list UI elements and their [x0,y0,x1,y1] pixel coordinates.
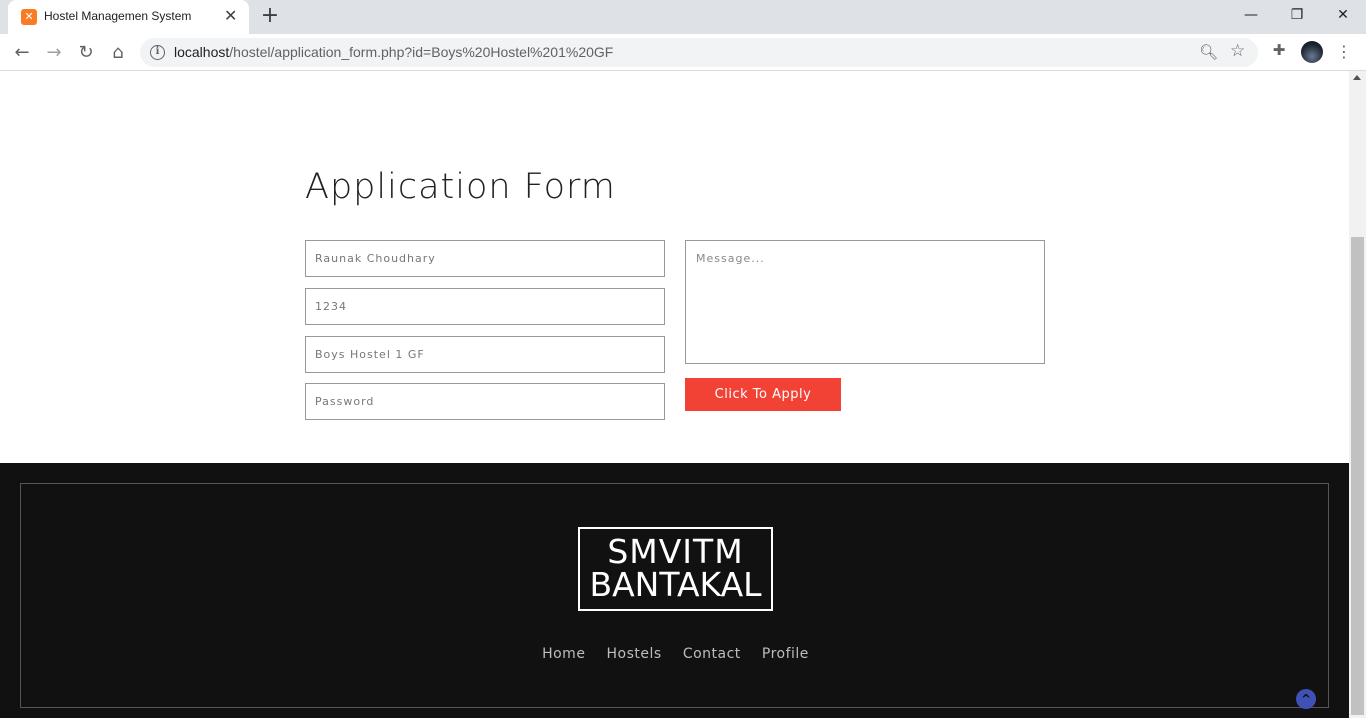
zoom-icon[interactable]: 🔍︎ [1199,43,1218,61]
forward-arrow-icon[interactable]: → [40,39,68,67]
tab-strip: ✕ Hostel Managemen System ✕ + — ❐ ✕ [0,0,1366,34]
window-close-icon[interactable]: ✕ [1320,0,1366,30]
logo-line-1: SMVITM [607,532,744,571]
puzzle-icon[interactable]: ✚ [1270,41,1288,59]
url-text[interactable]: localhost/hostel/application_form.php?id… [174,44,613,60]
logo-line-2: BANTAKAL [589,565,762,604]
footer-link-home[interactable]: Home [542,646,585,662]
page-scrollbar[interactable] [1349,71,1366,718]
site-logo[interactable]: SMVITM BANTAKAL [578,527,773,611]
xampp-icon: ✕ [21,9,37,25]
browser-tab[interactable]: ✕ Hostel Managemen System ✕ [8,0,249,34]
footer: SMVITM BANTAKAL Home Hostels Contact Pro… [0,463,1349,718]
scroll-up-arrow-icon[interactable] [1353,75,1361,80]
close-icon[interactable]: ✕ [224,8,237,24]
info-icon[interactable]: i [150,45,165,60]
browser-toolbar: ← → ↻ ⌂ i localhost/hostel/application_f… [0,34,1366,71]
footer-link-profile[interactable]: Profile [762,646,809,662]
minimize-icon[interactable]: — [1228,0,1274,30]
footer-link-hostels[interactable]: Hostels [607,646,662,662]
address-bar[interactable]: i localhost/hostel/application_form.php?… [140,38,1258,67]
back-arrow-icon[interactable]: ← [8,39,36,67]
restore-icon[interactable]: ❐ [1274,0,1320,30]
avatar[interactable] [1301,41,1323,63]
page-viewport: Application Form Raunak Choudhary 1234 B… [0,71,1349,718]
message-textarea[interactable]: Message... [685,240,1045,364]
star-icon[interactable]: ☆ [1230,41,1245,61]
name-field[interactable]: Raunak Choudhary [305,240,665,277]
reload-icon[interactable]: ↻ [72,39,100,67]
new-tab-icon[interactable]: + [258,4,282,28]
chevron-up-icon[interactable]: ^ [1296,689,1316,709]
tab-title: Hostel Managemen System [44,9,192,23]
page-title: Application Form [305,167,616,207]
password-field[interactable]: Password [305,383,665,420]
footer-link-contact[interactable]: Contact [683,646,741,662]
kebab-menu-icon[interactable]: ⋮ [1336,39,1352,65]
apply-button[interactable]: Click To Apply [685,378,841,411]
home-icon[interactable]: ⌂ [104,39,132,67]
footer-frame: SMVITM BANTAKAL Home Hostels Contact Pro… [20,483,1330,709]
hostel-field[interactable]: Boys Hostel 1 GF [305,336,665,373]
scroll-thumb[interactable] [1351,237,1364,715]
footer-nav: Home Hostels Contact Profile [21,643,1330,662]
roll-number-field[interactable]: 1234 [305,288,665,325]
